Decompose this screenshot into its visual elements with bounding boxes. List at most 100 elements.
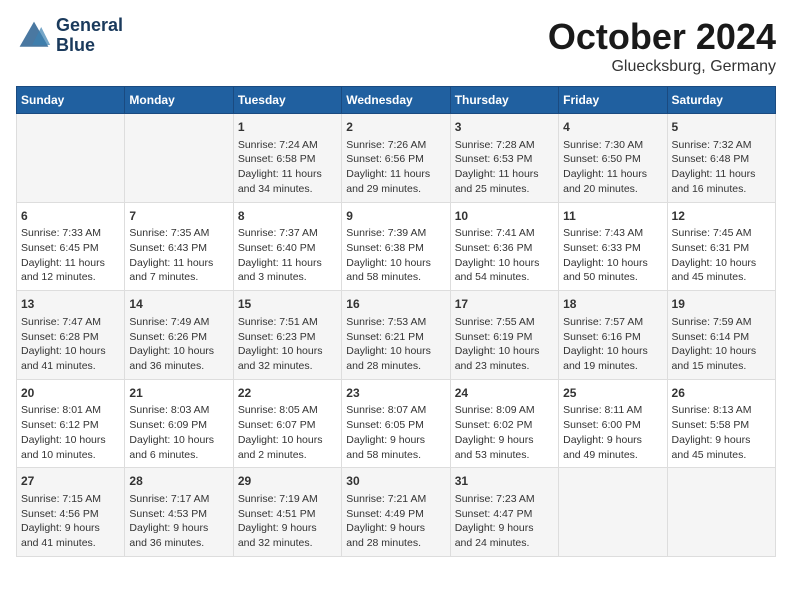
weekday-row: SundayMondayTuesdayWednesdayThursdayFrid…	[17, 87, 776, 114]
day-info: Sunrise: 7:43 AM Sunset: 6:33 PM Dayligh…	[563, 226, 662, 285]
calendar-cell: 11Sunrise: 7:43 AM Sunset: 6:33 PM Dayli…	[559, 202, 667, 291]
calendar-cell: 19Sunrise: 7:59 AM Sunset: 6:14 PM Dayli…	[667, 291, 775, 380]
day-number: 7	[129, 208, 228, 225]
day-number: 30	[346, 473, 445, 490]
calendar-cell	[125, 114, 233, 203]
day-info: Sunrise: 7:37 AM Sunset: 6:40 PM Dayligh…	[238, 226, 337, 285]
calendar-cell: 5 Sunrise: 7:32 AM Sunset: 6:48 PM Daylig…	[667, 114, 775, 203]
calendar-cell: 8Sunrise: 7:37 AM Sunset: 6:40 PM Daylig…	[233, 202, 341, 291]
calendar-cell: 22Sunrise: 8:05 AM Sunset: 6:07 PM Dayli…	[233, 379, 341, 468]
day-number: 28	[129, 473, 228, 490]
day-info: Sunrise: 7:33 AM Sunset: 6:45 PM Dayligh…	[21, 226, 120, 285]
calendar-cell: 29 Sunrise: 7:19 AM Sunset: 4:51 PM Dayli…	[233, 468, 341, 557]
calendar-cell: 10Sunrise: 7:41 AM Sunset: 6:36 PM Dayli…	[450, 202, 558, 291]
logo-icon	[16, 18, 52, 54]
day-info: Sunrise: 8:01 AM Sunset: 6:12 PM Dayligh…	[21, 403, 120, 462]
day-number: 21	[129, 385, 228, 402]
calendar-week-row: 1 Sunrise: 7:24 AM Sunset: 6:58 PM Daylig…	[17, 114, 776, 203]
day-number: 15	[238, 296, 337, 313]
day-number: 25	[563, 385, 662, 402]
weekday-header: Wednesday	[342, 87, 450, 114]
day-info: Sunrise: 8:11 AM Sunset: 6:00 PM Dayligh…	[563, 403, 662, 462]
calendar-body: 1 Sunrise: 7:24 AM Sunset: 6:58 PM Daylig…	[17, 114, 776, 557]
calendar-table: SundayMondayTuesdayWednesdayThursdayFrid…	[16, 86, 776, 557]
calendar-cell: 31Sunrise: 7:23 AM Sunset: 4:47 PM Dayli…	[450, 468, 558, 557]
day-number: 18	[563, 296, 662, 313]
day-number: 10	[455, 208, 554, 225]
calendar-cell: 16 Sunrise: 7:53 AM Sunset: 6:21 PM Dayli…	[342, 291, 450, 380]
calendar-cell: 7Sunrise: 7:35 AM Sunset: 6:43 PM Daylig…	[125, 202, 233, 291]
day-info: Sunrise: 7:55 AM Sunset: 6:19 PM Dayligh…	[455, 315, 554, 374]
calendar-cell	[559, 468, 667, 557]
day-number: 6	[21, 208, 120, 225]
day-info: Sunrise: 7:59 AM Sunset: 6:14 PM Dayligh…	[672, 315, 771, 374]
logo-text: General Blue	[56, 16, 123, 56]
day-info: Sunrise: 7:19 AM Sunset: 4:51 PM Dayligh…	[238, 492, 337, 551]
day-info: Sunrise: 8:09 AM Sunset: 6:02 PM Dayligh…	[455, 403, 554, 462]
weekday-header: Monday	[125, 87, 233, 114]
day-number: 3	[455, 119, 554, 136]
day-info: Sunrise: 7:57 AM Sunset: 6:16 PM Dayligh…	[563, 315, 662, 374]
calendar-cell: 12Sunrise: 7:45 AM Sunset: 6:31 PM Dayli…	[667, 202, 775, 291]
day-number: 11	[563, 208, 662, 225]
weekday-header: Sunday	[17, 87, 125, 114]
calendar-cell: 15 Sunrise: 7:51 AM Sunset: 6:23 PM Dayli…	[233, 291, 341, 380]
day-info: Sunrise: 7:26 AM Sunset: 6:56 PM Dayligh…	[346, 138, 445, 197]
day-info: Sunrise: 7:35 AM Sunset: 6:43 PM Dayligh…	[129, 226, 228, 285]
calendar-cell: 1 Sunrise: 7:24 AM Sunset: 6:58 PM Daylig…	[233, 114, 341, 203]
calendar-cell: 14 Sunrise: 7:49 AM Sunset: 6:26 PM Dayli…	[125, 291, 233, 380]
day-number: 31	[455, 473, 554, 490]
calendar-cell: 6Sunrise: 7:33 AM Sunset: 6:45 PM Daylig…	[17, 202, 125, 291]
day-info: Sunrise: 7:47 AM Sunset: 6:28 PM Dayligh…	[21, 315, 120, 374]
day-number: 22	[238, 385, 337, 402]
day-number: 26	[672, 385, 771, 402]
day-number: 29	[238, 473, 337, 490]
calendar-cell	[667, 468, 775, 557]
day-number: 12	[672, 208, 771, 225]
calendar-cell: 21Sunrise: 8:03 AM Sunset: 6:09 PM Dayli…	[125, 379, 233, 468]
calendar-cell: 9Sunrise: 7:39 AM Sunset: 6:38 PM Daylig…	[342, 202, 450, 291]
day-number: 14	[129, 296, 228, 313]
calendar-week-row: 27Sunrise: 7:15 AM Sunset: 4:56 PM Dayli…	[17, 468, 776, 557]
calendar-cell: 27Sunrise: 7:15 AM Sunset: 4:56 PM Dayli…	[17, 468, 125, 557]
calendar-cell: 24Sunrise: 8:09 AM Sunset: 6:02 PM Dayli…	[450, 379, 558, 468]
location: Gluecksburg, Germany	[548, 58, 776, 76]
page-header: General Blue October 2024 Gluecksburg, G…	[16, 16, 776, 76]
day-info: Sunrise: 8:03 AM Sunset: 6:09 PM Dayligh…	[129, 403, 228, 462]
title-block: October 2024 Gluecksburg, Germany	[548, 16, 776, 76]
day-number: 24	[455, 385, 554, 402]
day-info: Sunrise: 7:49 AM Sunset: 6:26 PM Dayligh…	[129, 315, 228, 374]
day-number: 16	[346, 296, 445, 313]
day-number: 23	[346, 385, 445, 402]
calendar-cell: 23Sunrise: 8:07 AM Sunset: 6:05 PM Dayli…	[342, 379, 450, 468]
calendar-cell: 3 Sunrise: 7:28 AM Sunset: 6:53 PM Daylig…	[450, 114, 558, 203]
calendar-cell: 13 Sunrise: 7:47 AM Sunset: 6:28 PM Dayli…	[17, 291, 125, 380]
calendar-cell: 25Sunrise: 8:11 AM Sunset: 6:00 PM Dayli…	[559, 379, 667, 468]
day-info: Sunrise: 8:13 AM Sunset: 5:58 PM Dayligh…	[672, 403, 771, 462]
day-info: Sunrise: 7:24 AM Sunset: 6:58 PM Dayligh…	[238, 138, 337, 197]
weekday-header: Saturday	[667, 87, 775, 114]
day-info: Sunrise: 7:17 AM Sunset: 4:53 PM Dayligh…	[129, 492, 228, 551]
weekday-header: Tuesday	[233, 87, 341, 114]
day-number: 9	[346, 208, 445, 225]
day-number: 8	[238, 208, 337, 225]
calendar-cell: 4Sunrise: 7:30 AM Sunset: 6:50 PM Daylig…	[559, 114, 667, 203]
day-info: Sunrise: 7:28 AM Sunset: 6:53 PM Dayligh…	[455, 138, 554, 197]
day-number: 2	[346, 119, 445, 136]
calendar-header: SundayMondayTuesdayWednesdayThursdayFrid…	[17, 87, 776, 114]
calendar-cell: 28 Sunrise: 7:17 AM Sunset: 4:53 PM Dayli…	[125, 468, 233, 557]
calendar-cell: 30 Sunrise: 7:21 AM Sunset: 4:49 PM Dayli…	[342, 468, 450, 557]
logo: General Blue	[16, 16, 123, 56]
calendar-cell: 20Sunrise: 8:01 AM Sunset: 6:12 PM Dayli…	[17, 379, 125, 468]
day-info: Sunrise: 7:51 AM Sunset: 6:23 PM Dayligh…	[238, 315, 337, 374]
calendar-week-row: 20Sunrise: 8:01 AM Sunset: 6:12 PM Dayli…	[17, 379, 776, 468]
day-number: 5	[672, 119, 771, 136]
day-number: 13	[21, 296, 120, 313]
day-number: 27	[21, 473, 120, 490]
day-info: Sunrise: 7:32 AM Sunset: 6:48 PM Dayligh…	[672, 138, 771, 197]
day-info: Sunrise: 7:21 AM Sunset: 4:49 PM Dayligh…	[346, 492, 445, 551]
day-info: Sunrise: 7:53 AM Sunset: 6:21 PM Dayligh…	[346, 315, 445, 374]
day-number: 20	[21, 385, 120, 402]
day-number: 1	[238, 119, 337, 136]
day-info: Sunrise: 7:39 AM Sunset: 6:38 PM Dayligh…	[346, 226, 445, 285]
